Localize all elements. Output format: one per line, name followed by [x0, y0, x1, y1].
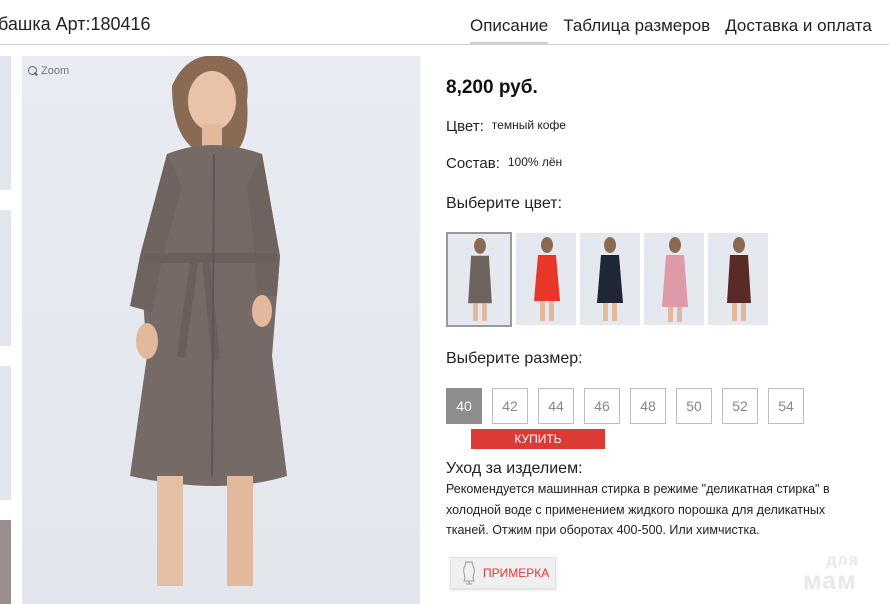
color-value: темный кофе	[491, 118, 566, 132]
color-swatch-burgundy[interactable]	[708, 233, 768, 325]
choose-color-label: Выберите цвет:	[446, 195, 563, 212]
zoom-label: Zoom	[41, 65, 70, 77]
tab-delivery-payment[interactable]: Доставка и оплата	[725, 16, 872, 44]
thumbnail-2[interactable]	[0, 210, 11, 346]
composition-value: 100% лён	[507, 155, 563, 169]
product-header: башка Арт:180416 Описание Таблица размер…	[0, 0, 889, 45]
price: 8,200 руб.	[446, 77, 538, 98]
size-option[interactable]: 48	[630, 388, 666, 424]
site-watermark: для мам	[803, 553, 879, 595]
buy-button[interactable]: КУПИТЬ	[471, 429, 605, 449]
care-title: Уход за изделием:	[446, 460, 583, 477]
model-illustration	[130, 56, 287, 586]
size-option[interactable]: 42	[492, 388, 528, 424]
tab-description[interactable]: Описание	[470, 16, 549, 45]
thumbnail-3[interactable]	[0, 366, 11, 500]
color-swatch-coffee[interactable]	[446, 232, 512, 327]
fitting-button[interactable]: ПРИМЕРКА	[450, 557, 556, 589]
thumbnail-4[interactable]	[0, 520, 11, 604]
size-option[interactable]: 50	[676, 388, 712, 424]
size-option[interactable]: 46	[584, 388, 620, 424]
zoom-hint[interactable]: Zoom	[28, 65, 69, 77]
color-swatch-pink[interactable]	[644, 233, 704, 325]
composition-attribute: Состав: 100% лён	[446, 155, 562, 172]
thumbnail-1[interactable]	[0, 56, 11, 190]
care-text: Рекомендуется машинная стирка в режиме "…	[446, 482, 830, 537]
color-label: Цвет:	[446, 118, 484, 135]
product-title: башка Арт:180416	[0, 14, 151, 34]
magnifier-icon	[28, 66, 38, 76]
color-swatch-navy[interactable]	[580, 233, 640, 325]
size-option[interactable]: 52	[722, 388, 758, 424]
mannequin-icon	[463, 561, 475, 585]
size-option[interactable]: 40	[446, 388, 482, 424]
fitting-label: ПРИМЕРКА	[483, 566, 550, 580]
thumbnail-strip	[0, 56, 12, 604]
size-option[interactable]: 44	[538, 388, 574, 424]
watermark-bottom: мам	[803, 567, 857, 595]
color-swatches	[446, 232, 768, 327]
size-options: 40 42 44 46 48 50 52 54	[446, 388, 804, 424]
choose-size-label: Выберите размер:	[446, 350, 583, 367]
color-attribute: Цвет: темный кофе	[446, 118, 566, 135]
tab-size-chart[interactable]: Таблица размеров	[563, 16, 710, 44]
main-product-photo[interactable]: Zoom	[22, 56, 420, 604]
size-option[interactable]: 54	[768, 388, 804, 424]
tab-bar: Описание Таблица размеров Доставка и опл…	[470, 16, 887, 45]
composition-label: Состав:	[446, 155, 500, 172]
color-swatch-red[interactable]	[516, 233, 576, 325]
